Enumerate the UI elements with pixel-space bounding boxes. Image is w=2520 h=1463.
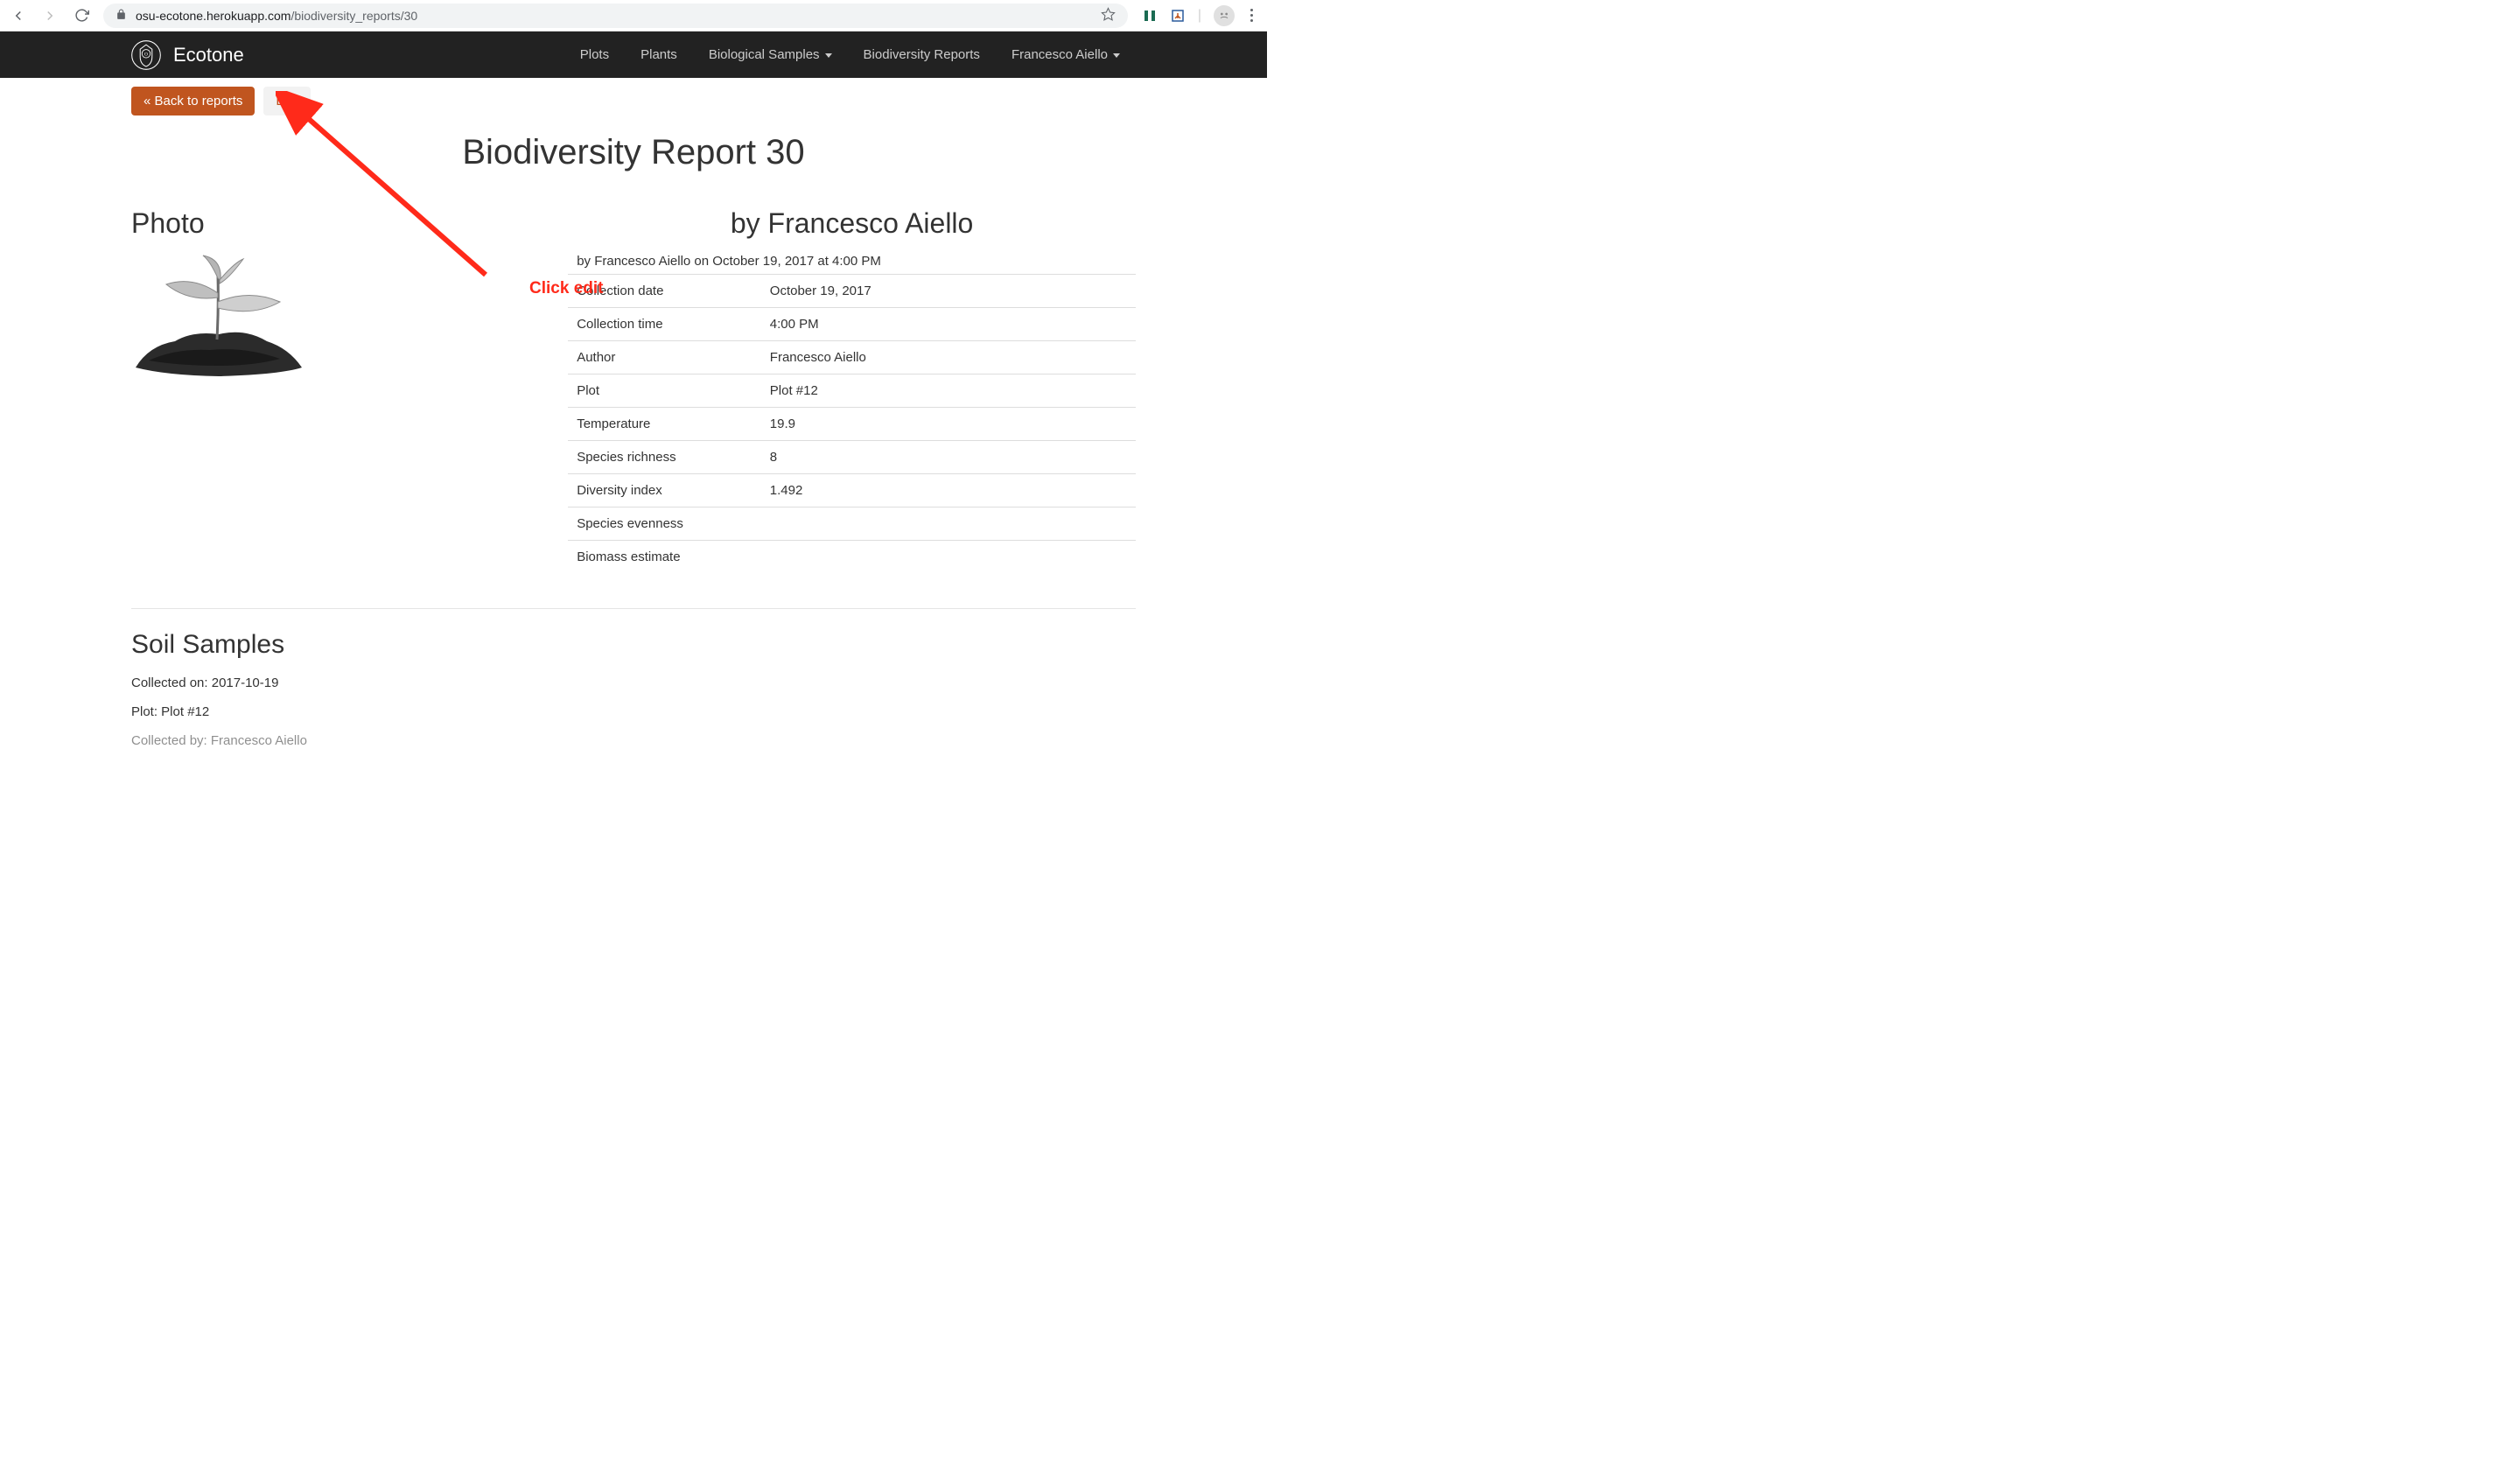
detail-value: 4:00 PM	[761, 308, 1136, 341]
photo-heading: Photo	[131, 207, 533, 240]
brand-text: Ecotone	[173, 44, 244, 66]
detail-value: 19.9	[761, 408, 1136, 441]
soil-collected-by: Collected by: Francesco Aiello	[131, 733, 1136, 748]
reload-button[interactable]	[74, 8, 89, 24]
report-photo	[131, 254, 306, 381]
detail-value: Plot #12	[761, 374, 1136, 408]
soil-plot: Plot: Plot #12	[131, 704, 1136, 719]
lock-icon	[116, 9, 127, 23]
chevron-down-icon	[825, 53, 832, 58]
report-byline: by Francesco Aiello on October 19, 2017 …	[568, 254, 1136, 269]
detail-value: 1.492	[761, 474, 1136, 508]
edit-button[interactable]: Edit	[263, 87, 311, 116]
profile-avatar[interactable]	[1214, 5, 1235, 26]
nav-link-plants[interactable]: Plants	[625, 33, 693, 76]
nav-link-biological-samples[interactable]: Biological Samples	[693, 33, 848, 76]
detail-label: Collection time	[568, 308, 761, 341]
table-row: AuthorFrancesco Aiello	[568, 341, 1136, 374]
table-row: Biomass estimate	[568, 541, 1136, 574]
detail-value: 8	[761, 441, 1136, 474]
soil-collected-on: Collected on: 2017-10-19	[131, 676, 1136, 690]
table-row: Collection dateOctober 19, 2017	[568, 275, 1136, 308]
url-text: osu-ecotone.herokuapp.com/biodiversity_r…	[136, 9, 1092, 23]
detail-label: Species richness	[568, 441, 761, 474]
back-button[interactable]	[10, 8, 26, 24]
nav-link-user-menu[interactable]: Francesco Aiello	[996, 33, 1136, 76]
table-row: PlotPlot #12	[568, 374, 1136, 408]
annotation-label: Click edit	[529, 279, 603, 298]
divider	[131, 608, 1136, 609]
brand-logo-icon: O	[131, 40, 161, 70]
star-icon[interactable]	[1101, 7, 1116, 24]
detail-label: Plot	[568, 374, 761, 408]
nav-link-biodiversity-reports[interactable]: Biodiversity Reports	[848, 33, 996, 76]
soil-samples-heading: Soil Samples	[131, 630, 1136, 660]
extension-icon-2[interactable]	[1170, 8, 1186, 24]
report-details-table: Collection dateOctober 19, 2017 Collecti…	[568, 274, 1136, 573]
detail-value	[761, 508, 1136, 541]
detail-label: Biomass estimate	[568, 541, 761, 574]
chevron-down-icon	[1113, 53, 1120, 58]
extension-icon-1[interactable]	[1142, 8, 1158, 24]
detail-value: Francesco Aiello	[761, 341, 1136, 374]
url-bar[interactable]: osu-ecotone.herokuapp.com/biodiversity_r…	[103, 4, 1128, 28]
forward-button[interactable]	[42, 8, 58, 24]
author-heading: by Francesco Aiello	[568, 207, 1136, 240]
brand-link[interactable]: O Ecotone	[131, 40, 244, 70]
page-title: Biodiversity Report 30	[131, 133, 1136, 172]
detail-label: Temperature	[568, 408, 761, 441]
nav-link-plots[interactable]: Plots	[564, 33, 625, 76]
detail-value	[761, 541, 1136, 574]
svg-text:O: O	[144, 52, 148, 57]
detail-label: Species evenness	[568, 508, 761, 541]
table-row: Temperature19.9	[568, 408, 1136, 441]
detail-label: Diversity index	[568, 474, 761, 508]
table-row: Collection time4:00 PM	[568, 308, 1136, 341]
app-navbar: O Ecotone Plots Plants Biological Sample…	[0, 32, 1267, 78]
browser-chrome: osu-ecotone.herokuapp.com/biodiversity_r…	[0, 0, 1267, 32]
detail-value: October 19, 2017	[761, 275, 1136, 308]
detail-label: Author	[568, 341, 761, 374]
table-row: Species richness8	[568, 441, 1136, 474]
browser-menu-button[interactable]	[1247, 5, 1256, 25]
table-row: Species evenness	[568, 508, 1136, 541]
table-row: Diversity index1.492	[568, 474, 1136, 508]
back-to-reports-button[interactable]: « Back to reports	[131, 87, 255, 116]
